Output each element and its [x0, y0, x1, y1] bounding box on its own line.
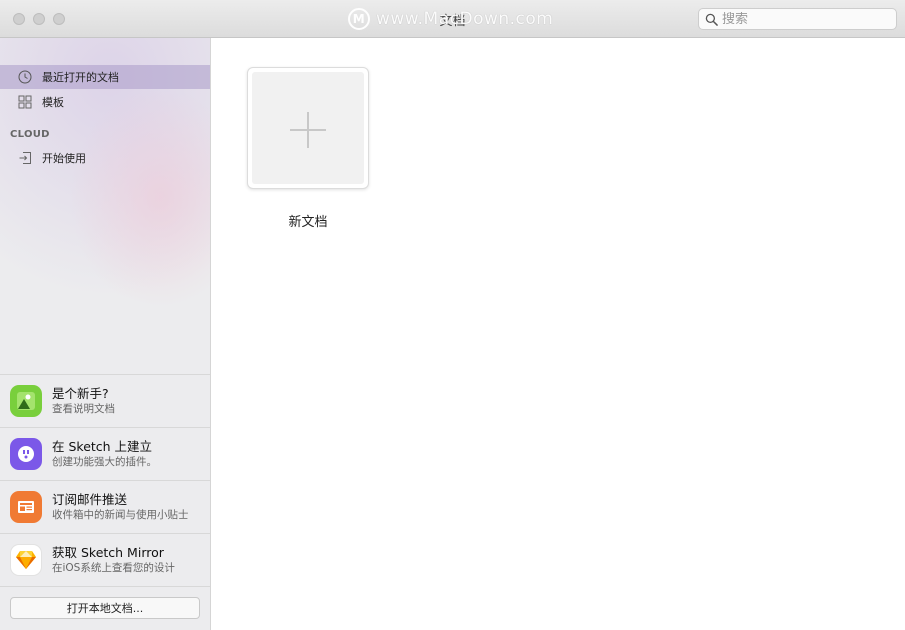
search-field[interactable]: [698, 8, 897, 30]
new-document-card[interactable]: [247, 67, 369, 189]
clock-icon: [18, 70, 32, 84]
section-label-cloud: CLOUD: [10, 129, 50, 140]
promo-title: 在 Sketch 上建立: [52, 439, 153, 454]
sidebar-item-label: 最近打开的文档: [42, 71, 119, 84]
plugin-socket-icon: [10, 438, 42, 470]
open-local-document-button[interactable]: 打开本地文档...: [10, 597, 200, 619]
watermark-logo-icon: M: [348, 8, 370, 30]
title-bar: 文档 M www.MacDown.com: [0, 0, 905, 38]
promo-subtitle: 在iOS系统上查看您的设计: [52, 562, 175, 574]
sidebar: 最近打开的文档 模板 CLOUD 开始使用 是个新手? 查看说明文档 在 Ske…: [0, 38, 211, 630]
document-browser: 新文档: [211, 38, 905, 630]
sign-in-icon: [19, 152, 31, 164]
sidebar-item-get-started[interactable]: 开始使用: [0, 146, 210, 170]
promo-subtitle: 查看说明文档: [52, 403, 115, 415]
promo-sketch-mirror[interactable]: 获取 Sketch Mirror 在iOS系统上查看您的设计: [0, 533, 210, 586]
promo-new-user[interactable]: 是个新手? 查看说明文档: [0, 374, 210, 427]
promo-title: 订阅邮件推送: [52, 492, 128, 507]
new-document-thumbnail: [252, 72, 364, 184]
image-guide-icon: [10, 385, 42, 417]
watermark: M www.MacDown.com: [348, 7, 553, 31]
promo-title: 获取 Sketch Mirror: [52, 545, 164, 560]
sidebar-item-templates[interactable]: 模板: [0, 90, 210, 114]
plus-icon: [290, 112, 326, 148]
promo-subtitle: 创建功能强大的插件。: [52, 456, 157, 468]
new-document-label[interactable]: 新文档: [247, 211, 369, 230]
watermark-text: www.MacDown.com: [376, 9, 554, 29]
divider: [0, 586, 210, 587]
promo-title: 是个新手?: [52, 386, 109, 401]
sidebar-item-recent[interactable]: 最近打开的文档: [0, 65, 210, 89]
templates-icon: [18, 95, 32, 109]
search-icon: [705, 13, 718, 26]
search-input[interactable]: [722, 11, 892, 27]
promo-build-plugins[interactable]: 在 Sketch 上建立 创建功能强大的插件。: [0, 427, 210, 480]
promo-newsletter[interactable]: 订阅邮件推送 收件箱中的新闻与使用小贴士: [0, 480, 210, 533]
sidebar-item-label: 模板: [42, 96, 64, 109]
newsletter-icon: [10, 491, 42, 523]
sketch-diamond-icon: [10, 544, 42, 576]
sidebar-item-label: 开始使用: [42, 152, 86, 165]
promo-subtitle: 收件箱中的新闻与使用小贴士: [52, 509, 189, 521]
